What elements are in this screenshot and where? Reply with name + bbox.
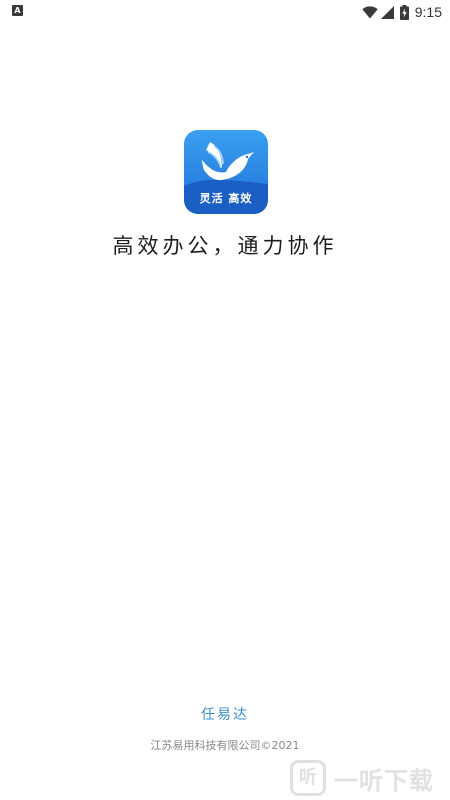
tagline: 高效办公，通力协作 (112, 234, 338, 258)
wifi-icon (362, 5, 378, 18)
watermark-icon: 听 (290, 760, 326, 796)
status-bar: A 9:15 (0, 0, 450, 24)
status-icons: 9:15 (362, 3, 442, 21)
notification-icon: A (12, 5, 23, 16)
brand-name: 任易达 (201, 707, 249, 723)
app-logo: 灵活 高效 (184, 130, 268, 214)
logo-caption: 灵活 高效 (199, 192, 253, 205)
status-time: 9:15 (414, 4, 442, 20)
watermark-text: 一听下载 (334, 766, 434, 795)
battery-icon (399, 4, 409, 20)
copyright-text: 江苏易用科技有限公司©2021 (150, 739, 300, 752)
signal-icon (380, 5, 394, 19)
watermark: 听 一听下载 (290, 756, 450, 800)
